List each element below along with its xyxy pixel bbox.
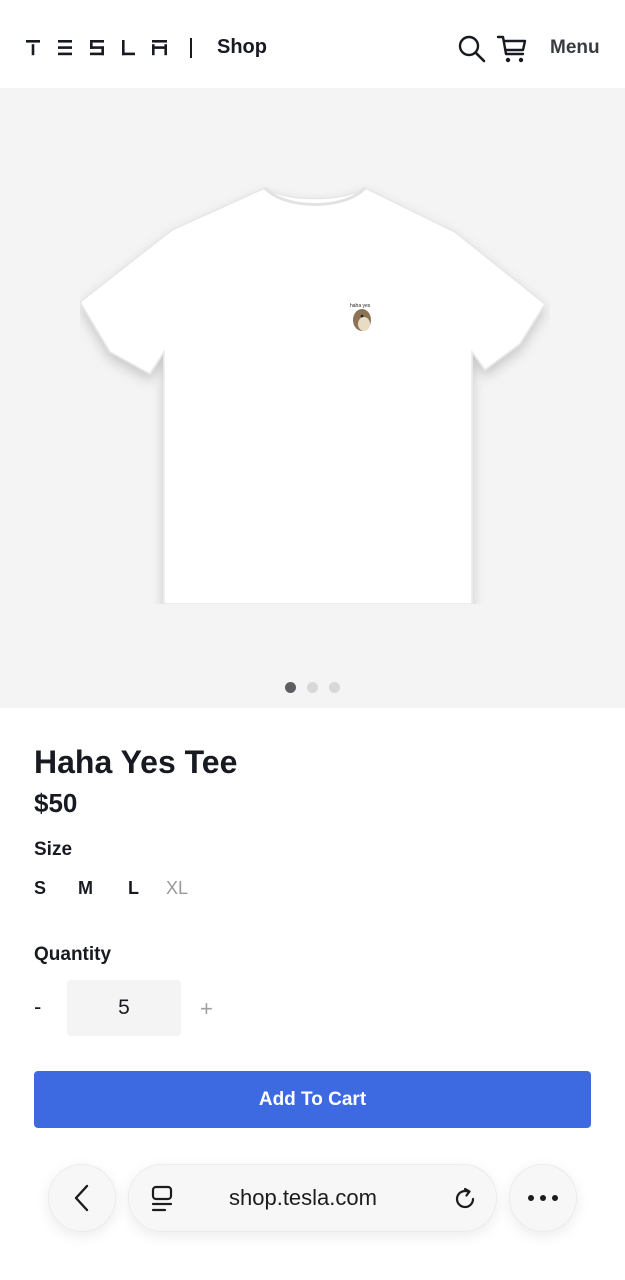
menu-button[interactable]: Menu [550, 37, 600, 59]
product-gallery[interactable]: haha yes [0, 88, 625, 708]
quantity-increase-button[interactable]: + [200, 996, 213, 1022]
quantity-label: Quantity [34, 944, 112, 965]
add-to-cart-button[interactable]: Add To Cart [34, 1071, 591, 1128]
gallery-dot-2[interactable] [307, 682, 318, 693]
size-selector: S M L XL [34, 878, 188, 899]
quantity-decrease-button[interactable]: - [34, 994, 41, 1020]
site-header: Shop Menu [0, 0, 625, 88]
address-bar[interactable]: shop.tesla.com [128, 1164, 497, 1232]
gallery-dot-3[interactable] [329, 682, 340, 693]
size-option-m[interactable]: M [78, 878, 128, 899]
tesla-wordmark-icon [26, 40, 167, 56]
tesla-logo[interactable] [26, 40, 168, 61]
tabs-icon[interactable] [149, 1185, 175, 1213]
svg-text:haha yes: haha yes [350, 303, 371, 309]
size-option-l[interactable]: L [128, 878, 166, 899]
shop-link[interactable]: Shop [217, 36, 267, 59]
search-button[interactable] [456, 33, 488, 65]
product-title: Haha Yes Tee [34, 744, 238, 780]
size-option-xl[interactable]: XL [166, 878, 188, 899]
header-divider [190, 38, 192, 58]
cart-button[interactable] [496, 32, 530, 66]
back-button[interactable] [48, 1164, 116, 1232]
more-icon [528, 1195, 558, 1201]
gallery-dot-1[interactable] [285, 682, 296, 693]
size-option-s[interactable]: S [34, 878, 78, 899]
quantity-input[interactable]: 5 [67, 980, 181, 1036]
url-text[interactable]: shop.tesla.com [229, 1185, 377, 1211]
size-label: Size [34, 839, 73, 860]
back-icon [74, 1184, 89, 1212]
product-price: $50 [34, 788, 78, 818]
search-icon [458, 35, 486, 63]
reload-icon[interactable] [452, 1186, 478, 1212]
more-options-button[interactable] [509, 1164, 577, 1232]
gallery-pagination [0, 682, 625, 693]
tshirt-image: haha yes [80, 186, 546, 604]
cart-icon [496, 35, 527, 63]
